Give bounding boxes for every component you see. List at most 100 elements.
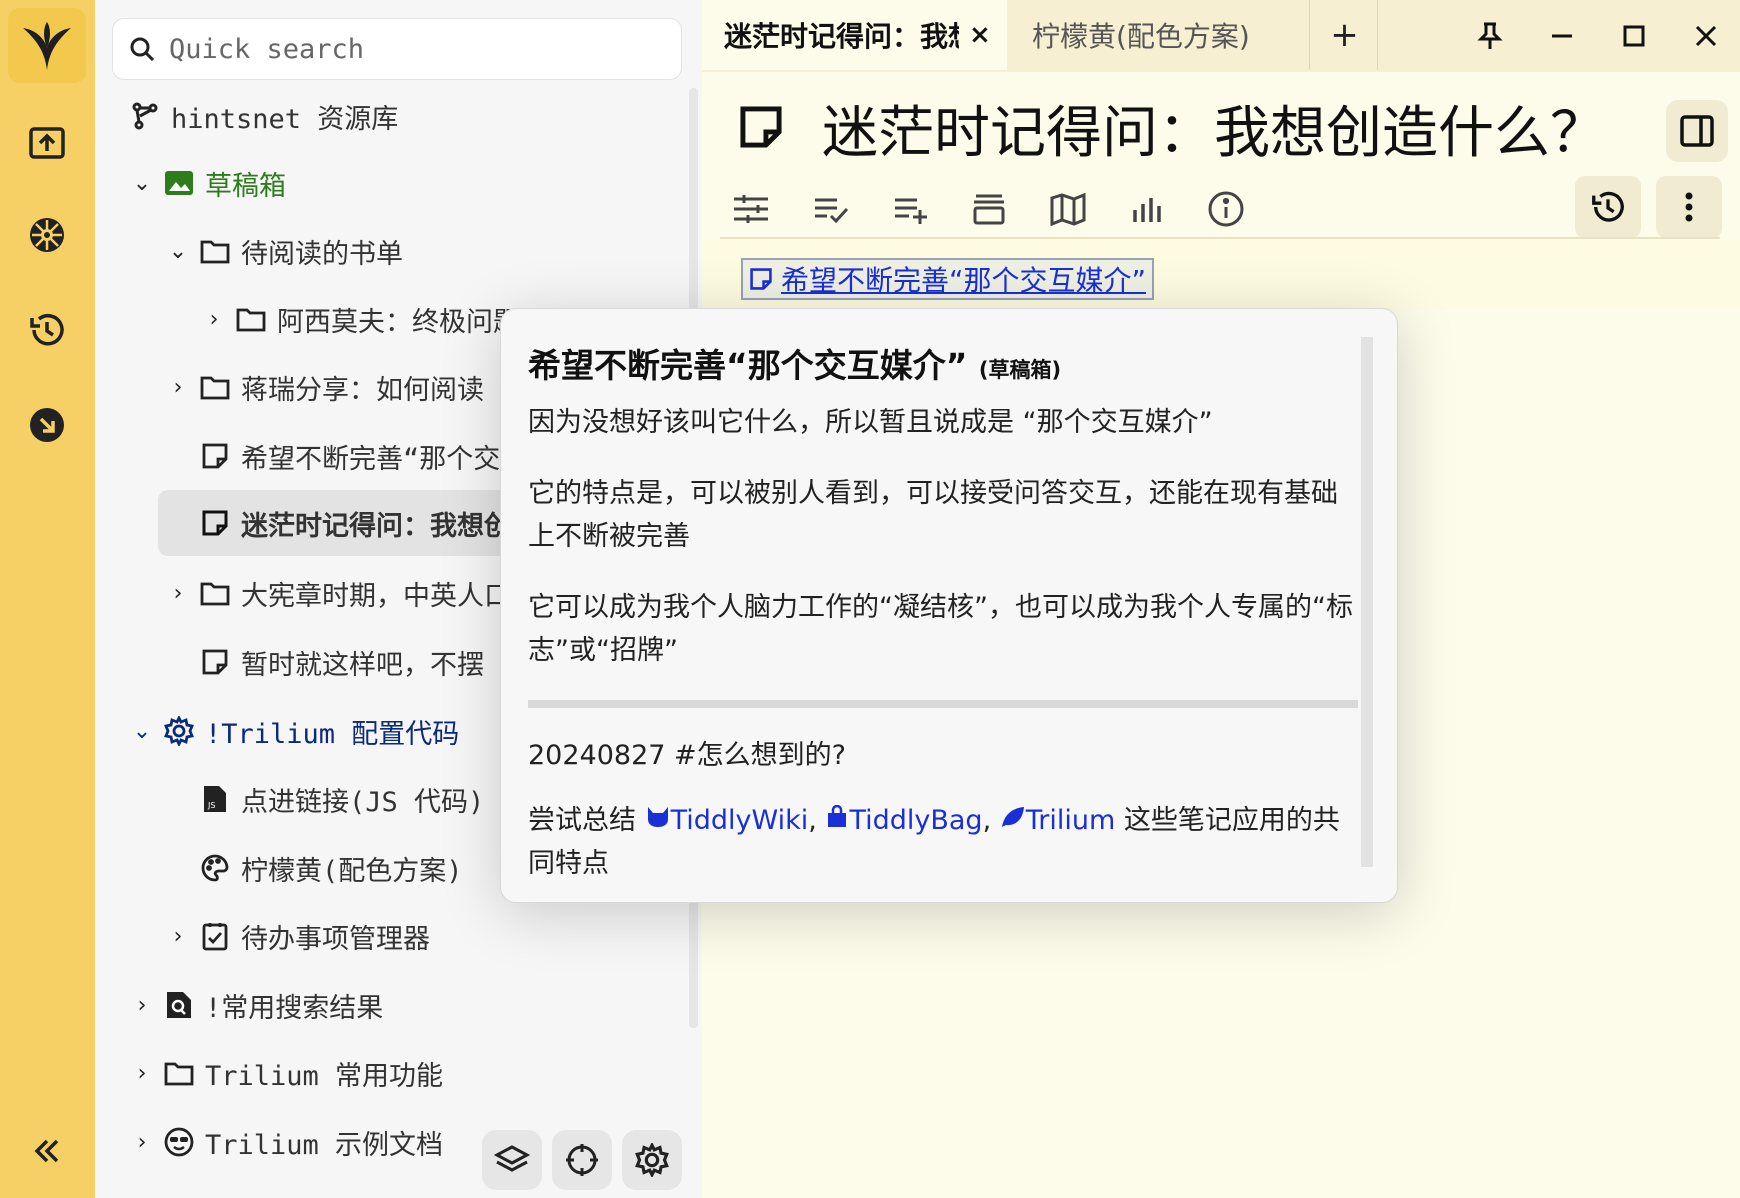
layers-button[interactable] <box>482 1130 542 1190</box>
popup-separator <box>528 700 1358 708</box>
tree-item-config[interactable]: ⌄ !Trilium 配置代码 <box>127 703 459 759</box>
helm-icon[interactable] <box>22 210 72 260</box>
cat-icon <box>647 807 668 827</box>
note-icon <box>199 507 231 539</box>
tree-item-js-code[interactable]: JS 点进链接(JS 代码) <box>193 771 484 827</box>
popup-text: 尝试总结 <box>528 805 636 836</box>
collapse-icon[interactable] <box>22 1126 72 1176</box>
chevron-right-icon[interactable]: › <box>163 581 193 606</box>
popup-apps-line: 尝试总结 TiddlyWiki, TiddlyBag, Trilium 这些笔记… <box>528 804 1340 879</box>
trilium-link[interactable]: Trilium <box>1026 805 1116 836</box>
new-tab-button[interactable]: + <box>1312 0 1378 70</box>
more-actions-button[interactable] <box>1656 176 1722 238</box>
tab-title: 柠檬黄(配色方案) <box>1032 20 1250 53</box>
popup-scrollbar[interactable] <box>1361 337 1373 867</box>
chevron-down-icon[interactable]: ⌄ <box>127 719 157 744</box>
ribbon-divider <box>720 237 1720 239</box>
popup-paragraph: 因为没想好该叫它什么，所以暂且说成是 “那个交互媒介” <box>528 407 1213 438</box>
chevron-right-icon[interactable]: › <box>127 1061 157 1086</box>
tree-item-lemon-theme[interactable]: 柠檬黄(配色方案) <box>193 840 463 896</box>
chevron-down-icon[interactable]: ⌄ <box>163 239 193 264</box>
tree-item-common-features[interactable]: › Trilium 常用功能 <box>127 1045 443 1101</box>
close-icon[interactable]: × <box>969 20 991 50</box>
chevron-right-icon[interactable]: › <box>127 993 157 1018</box>
trilium-logo-icon[interactable] <box>8 8 86 83</box>
tree-item-label: 暂时就这样吧，不摆 <box>241 649 484 681</box>
tree-item-jiangrui[interactable]: › 蒋瑞分享：如何阅读 <box>163 359 484 415</box>
tiddlybag-link[interactable]: TiddlyBag <box>849 805 982 836</box>
tree-item-reading-list[interactable]: ⌄ 待阅读的书单 <box>163 223 403 279</box>
history-icon <box>1592 191 1624 222</box>
chevron-right-icon[interactable]: › <box>127 1130 157 1155</box>
chevron-right-icon[interactable]: › <box>199 307 229 332</box>
popup-title: 希望不断完善“那个交互媒介” (草稿箱) <box>528 339 1358 387</box>
search-icon <box>130 37 155 62</box>
tree-item-label: 蒋瑞分享：如何阅读 <box>241 374 484 406</box>
chevron-right-icon[interactable]: › <box>163 375 193 400</box>
tab-lemon-theme[interactable]: 柠檬黄(配色方案) <box>1008 0 1310 70</box>
note-link[interactable]: 希望不断完善“那个交互媒介” <box>741 258 1155 300</box>
list-add-icon[interactable] <box>888 186 934 232</box>
tree-item-todo[interactable]: › 待办事项管理器 <box>163 908 430 964</box>
note-icon <box>199 646 231 678</box>
tree-item-label: !常用搜索结果 <box>205 992 384 1024</box>
tree-item-search-results[interactable]: › !常用搜索结果 <box>127 977 383 1033</box>
popup-title-text: 希望不断完善“那个交互媒介” <box>528 346 968 385</box>
map-icon[interactable] <box>1045 186 1091 232</box>
popup-paragraph: 它的特点是，可以被别人看到，可以接受问答交互，还能在现有基础上不断被完善 <box>528 478 1338 552</box>
toggle-right-pane-button[interactable] <box>1666 100 1728 162</box>
tree-item-magna-carta[interactable]: › 大宪章时期，中英人口 <box>163 565 511 621</box>
tree-item-demo-docs[interactable]: › Trilium 示例文档 <box>127 1114 443 1170</box>
popup-paragraph: 它可以成为我个人脑力工作的“凝结核”，也可以成为我个人专属的“标志”或“招牌” <box>528 592 1353 666</box>
pin-icon[interactable] <box>1464 10 1516 62</box>
maximize-icon[interactable] <box>1608 10 1660 62</box>
js-file-icon: JS <box>199 783 231 815</box>
chevron-right-icon[interactable]: › <box>163 924 193 949</box>
sidebar-right-icon <box>1680 115 1714 147</box>
layers-icon <box>494 1145 530 1172</box>
open-today-icon[interactable] <box>22 118 72 168</box>
minimize-icon[interactable] <box>1536 10 1588 62</box>
tree-item-label: 点进链接(JS 代码) <box>241 786 485 818</box>
tab-title: 迷茫时记得问：我想创造什么？ <box>724 20 959 53</box>
tree-item-label: 阿西莫夫：终极问题 <box>277 306 520 338</box>
locate-note-button[interactable] <box>552 1130 612 1190</box>
gear-icon <box>635 1143 669 1177</box>
tree-item-label: !Trilium 配置代码 <box>205 718 460 750</box>
tree-item-label: 大宪章时期，中英人口 <box>241 580 511 612</box>
sunglasses-icon <box>163 1126 195 1158</box>
tree-settings-button[interactable] <box>622 1130 682 1190</box>
tree-item-for-now[interactable]: 暂时就这样吧，不摆 <box>193 634 484 690</box>
folder-icon <box>199 577 231 609</box>
popup-parent-path: (草稿箱) <box>978 358 1062 382</box>
folder-icon <box>163 1057 195 1089</box>
hierarchy-icon <box>129 100 161 132</box>
note-link-label: 希望不断完善“那个交互媒介” <box>781 264 1147 297</box>
note-icon <box>750 268 772 290</box>
note-title[interactable]: 迷茫时记得问：我想创造什么？ <box>822 88 1606 169</box>
tab-active-note[interactable]: 迷茫时记得问：我想创造什么？ × <box>702 0 1007 70</box>
sliders-icon[interactable] <box>728 186 774 232</box>
tree-root[interactable]: hintsnet 资源库 <box>123 88 398 144</box>
quick-search[interactable] <box>112 18 682 80</box>
bar-chart-icon[interactable] <box>1124 186 1170 232</box>
download-arrow-icon[interactable] <box>22 400 72 450</box>
bag-icon <box>828 804 847 827</box>
saved-search-icon <box>163 989 195 1021</box>
note-revisions-button[interactable] <box>1575 176 1641 238</box>
search-input[interactable] <box>169 33 649 65</box>
text-check-icon[interactable] <box>808 186 854 232</box>
popup-paragraph: 20240827 #怎么想到的? <box>528 740 846 771</box>
chevron-down-icon[interactable]: ⌄ <box>127 171 157 196</box>
close-window-icon[interactable] <box>1680 10 1732 62</box>
info-icon[interactable] <box>1203 186 1249 232</box>
card-stack-icon[interactable] <box>966 186 1012 232</box>
note-preview-popup: 希望不断完善“那个交互媒介” (草稿箱) 因为没想好该叫它什么，所以暂且说成是 … <box>500 308 1398 903</box>
tree-item-drafts[interactable]: ⌄ 草稿箱 <box>127 155 286 211</box>
folder-icon <box>199 235 231 267</box>
tree-item-asimov[interactable]: › 阿西莫夫：终极问题 <box>199 291 520 347</box>
history-icon[interactable] <box>22 305 72 355</box>
note-type-icon[interactable] <box>738 104 784 154</box>
tree-item-label: 待阅读的书单 <box>241 238 403 270</box>
tiddlywiki-link[interactable]: TiddlyWiki <box>671 805 809 836</box>
